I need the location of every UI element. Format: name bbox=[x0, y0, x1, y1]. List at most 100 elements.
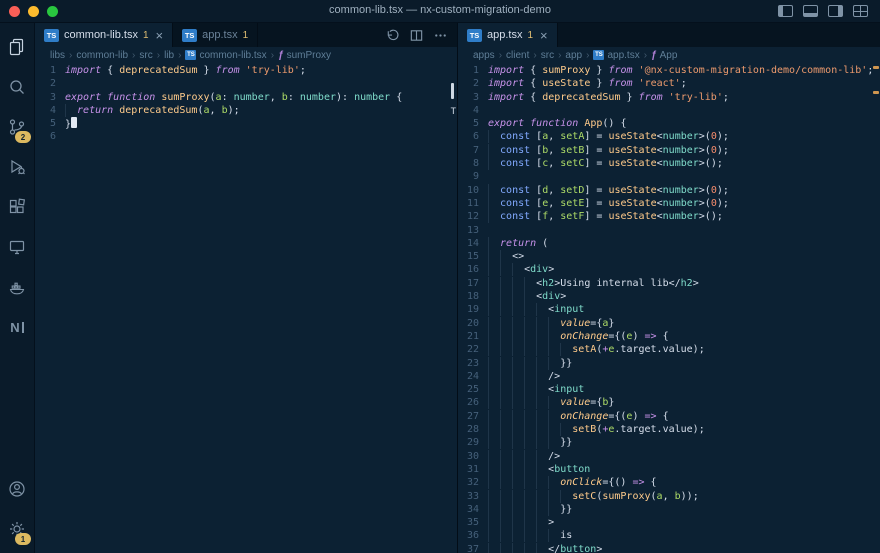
token: h2 bbox=[542, 278, 554, 289]
breadcrumb-item[interactable]: TScommon-lib.tsx bbox=[185, 50, 266, 61]
code-line[interactable]: 10const [d, setD] = useState<number>(0); bbox=[458, 184, 880, 197]
sidebar-item-explorer[interactable] bbox=[0, 27, 34, 67]
indent-guide bbox=[548, 410, 560, 423]
code-line[interactable]: 2import { useState } from 'react'; bbox=[458, 77, 880, 90]
code-line[interactable]: 20value={a} bbox=[458, 317, 880, 330]
code-line[interactable]: 2 bbox=[35, 77, 457, 90]
breadcrumb-item[interactable]: app bbox=[565, 50, 582, 61]
code-line[interactable]: 34}} bbox=[458, 503, 880, 516]
sidebar-item-extensions[interactable] bbox=[0, 187, 34, 227]
code-line[interactable]: 8const [c, setC] = useState<number>(); bbox=[458, 157, 880, 170]
sidebar-item-docker[interactable] bbox=[0, 267, 34, 307]
indent-guide bbox=[512, 516, 524, 529]
minimize-window-button[interactable] bbox=[28, 6, 39, 17]
sidebar-item-remote-explorer[interactable] bbox=[0, 227, 34, 267]
breadcrumb-item[interactable]: lib bbox=[164, 50, 174, 61]
code-line[interactable]: 23}} bbox=[458, 357, 880, 370]
editor-left[interactable]: 1import { deprecatedSum } from 'try-lib'… bbox=[35, 63, 457, 553]
code-line[interactable]: 21onChange={(e) => { bbox=[458, 330, 880, 343]
token: ] = bbox=[584, 185, 608, 196]
code-line[interactable]: 26value={b} bbox=[458, 396, 880, 409]
indent-guide bbox=[548, 529, 560, 542]
breadcrumb-item[interactable]: apps bbox=[473, 50, 495, 61]
breadcrumb-item[interactable]: ƒsumProxy bbox=[278, 50, 331, 61]
breadcrumb-item[interactable]: libs bbox=[50, 50, 65, 61]
code-line[interactable]: 3import { deprecatedSum } from 'try-lib'… bbox=[458, 91, 880, 104]
code-line[interactable]: 31<button bbox=[458, 463, 880, 476]
token: function bbox=[107, 92, 161, 103]
window-title: common-lib.tsx — nx-custom-migration-dem… bbox=[0, 4, 880, 16]
code-line[interactable]: 3export function sumProxy(a: number, b: … bbox=[35, 91, 457, 104]
token: { bbox=[530, 78, 542, 89]
code-line[interactable]: 24/> bbox=[458, 370, 880, 383]
sidebar-item-run-debug[interactable] bbox=[0, 147, 34, 187]
code-line[interactable]: 9 bbox=[458, 170, 880, 183]
code-line[interactable]: 30/> bbox=[458, 450, 880, 463]
sidebar-item-search[interactable] bbox=[0, 67, 34, 107]
tab-common-lib-tsx[interactable]: TS common-lib.tsx 1 × bbox=[35, 23, 173, 47]
toggle-primary-sidebar-icon[interactable] bbox=[778, 5, 793, 17]
breadcrumb-item[interactable]: TSapp.tsx bbox=[593, 50, 639, 61]
indent-guide bbox=[548, 436, 560, 449]
code-line[interactable]: 25<input bbox=[458, 383, 880, 396]
close-icon[interactable]: × bbox=[540, 29, 548, 42]
code-line[interactable]: 6 bbox=[35, 130, 457, 143]
line-number: 7 bbox=[458, 144, 488, 157]
breadcrumb-item[interactable]: src bbox=[541, 50, 554, 61]
token: function bbox=[530, 118, 584, 129]
code-line[interactable]: 32onClick={() => { bbox=[458, 476, 880, 489]
split-editor-icon[interactable] bbox=[409, 28, 424, 43]
code-line[interactable]: 5export function App() { bbox=[458, 117, 880, 130]
code-line[interactable]: 4return deprecatedSum(a, b); bbox=[35, 104, 457, 117]
code-line[interactable]: 37</button> bbox=[458, 543, 880, 553]
code-line[interactable]: 5} bbox=[35, 117, 457, 130]
customize-layout-icon[interactable] bbox=[853, 5, 868, 17]
code-line[interactable]: 17<h2>Using internal lib</h2> bbox=[458, 277, 880, 290]
code-line[interactable]: 4 bbox=[458, 104, 880, 117]
accounts-button[interactable] bbox=[0, 469, 34, 509]
token: App bbox=[584, 118, 602, 129]
code-line[interactable]: 1import { deprecatedSum } from 'try-lib'… bbox=[35, 64, 457, 77]
sidebar-item-nx-console[interactable]: N bbox=[0, 307, 34, 347]
history-icon[interactable] bbox=[385, 28, 400, 43]
titlebar: common-lib.tsx — nx-custom-migration-dem… bbox=[0, 0, 880, 23]
breadcrumb-item[interactable]: client bbox=[506, 50, 529, 61]
settings-button[interactable]: 1 bbox=[0, 509, 34, 549]
code-line[interactable]: 7const [b, setB] = useState<number>(0); bbox=[458, 144, 880, 157]
code-line[interactable]: 13 bbox=[458, 224, 880, 237]
close-icon[interactable]: × bbox=[156, 29, 164, 42]
code-line[interactable]: 22setA(+e.target.value); bbox=[458, 343, 880, 356]
indent-guide bbox=[524, 303, 536, 316]
code-line[interactable]: 1import { sumProxy } from '@nx-custom-mi… bbox=[458, 64, 880, 77]
titlebar-actions bbox=[778, 5, 880, 17]
close-window-button[interactable] bbox=[9, 6, 20, 17]
code-line[interactable]: 16<div> bbox=[458, 263, 880, 276]
tab-app-tsx-right[interactable]: TS app.tsx 1 × bbox=[458, 23, 558, 47]
breadcrumb-item[interactable]: ƒApp bbox=[651, 50, 677, 61]
code-line[interactable]: 18<div> bbox=[458, 290, 880, 303]
editor-right[interactable]: 1import { sumProxy } from '@nx-custom-mi… bbox=[458, 63, 880, 553]
tab-app-tsx-left[interactable]: TS app.tsx 1 bbox=[173, 23, 258, 47]
indent-guide bbox=[524, 410, 536, 423]
breadcrumb-item[interactable]: src bbox=[139, 50, 152, 61]
code-line[interactable]: 11const [e, setE] = useState<number>(0); bbox=[458, 197, 880, 210]
code-line[interactable]: 27onChange={(e) => { bbox=[458, 410, 880, 423]
code-line[interactable]: 33setC(sumProxy(a, b)); bbox=[458, 490, 880, 503]
code-line[interactable]: 29}} bbox=[458, 436, 880, 449]
code-line[interactable]: 15<> bbox=[458, 250, 880, 263]
toggle-panel-icon[interactable] bbox=[803, 5, 818, 17]
code-line[interactable]: 35> bbox=[458, 516, 880, 529]
code-line[interactable]: 12const [f, setF] = useState<number>(); bbox=[458, 210, 880, 223]
code-line[interactable]: 36is bbox=[458, 529, 880, 542]
sidebar-item-source-control[interactable]: 2 bbox=[0, 107, 34, 147]
toggle-secondary-sidebar-icon[interactable] bbox=[828, 5, 843, 17]
more-actions-icon[interactable] bbox=[433, 28, 448, 43]
token: deprecatedSum bbox=[119, 65, 197, 76]
code-line[interactable]: 14return ( bbox=[458, 237, 880, 250]
code-line[interactable]: 28setB(+e.target.value); bbox=[458, 423, 880, 436]
breadcrumb-item[interactable]: common-lib bbox=[76, 50, 128, 61]
token: }} bbox=[560, 504, 572, 515]
zoom-window-button[interactable] bbox=[47, 6, 58, 17]
code-line[interactable]: 19<input bbox=[458, 303, 880, 316]
code-line[interactable]: 6const [a, setA] = useState<number>(0); bbox=[458, 130, 880, 143]
